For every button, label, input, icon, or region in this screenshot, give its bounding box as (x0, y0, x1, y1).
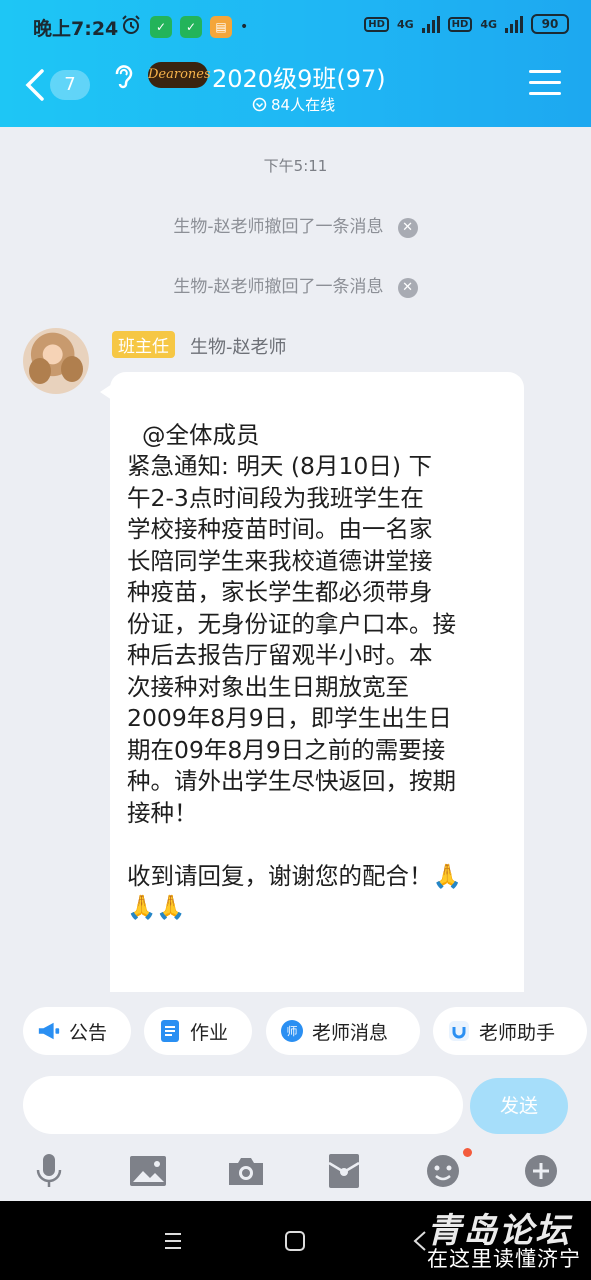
network-type: 4G (480, 17, 497, 31)
recall-notice: 生物-赵老师撤回了一条消息 ✕ (0, 272, 591, 298)
close-icon[interactable]: ✕ (397, 278, 418, 298)
chevron-left-icon (25, 69, 44, 101)
composer: 发送 (0, 1068, 591, 1144)
bear-decoration (29, 358, 51, 384)
message-input[interactable] (23, 1076, 463, 1134)
battery-icon: 90 (531, 14, 569, 34)
online-status[interactable]: 84人在线 (252, 94, 335, 115)
more-dot-icon: • (240, 19, 249, 35)
chevron-down-circle-icon (252, 97, 267, 112)
teacher-message-icon: 师 (280, 1019, 304, 1043)
chat-timestamp: 下午5:11 (263, 157, 328, 175)
network-type: 4G (396, 17, 414, 31)
unread-count-badge[interactable]: 7 (50, 70, 90, 100)
back-button[interactable] (22, 68, 52, 102)
sender-name[interactable]: 生物-赵老师 (190, 333, 287, 359)
shield-icon: ✓ (150, 16, 172, 38)
role-badge: 班主任 (112, 331, 175, 358)
announcement-button[interactable]: 公告 (23, 1007, 131, 1055)
input-toolbar (0, 1145, 591, 1201)
homework-label: 作业 (190, 1021, 229, 1044)
status-bar: 晚上7:24 ✓ ✓ ▤ • HD 4G HD 4G 90 (0, 0, 591, 56)
image-icon[interactable] (126, 1149, 170, 1193)
ear-icon[interactable] (112, 63, 134, 95)
message-text: @全体成员 紧急通知: 明天 (8月10日) 下 午2-3点时间段为我班学生在 … (127, 420, 462, 922)
status-notification-icons: ✓ ✓ ▤ • (120, 14, 248, 40)
teacher-message-label: 老师消息 (312, 1021, 389, 1044)
emoji-icon[interactable] (421, 1149, 465, 1193)
battery-level: 90 (541, 17, 559, 31)
status-time: 晚上7:24 (33, 18, 119, 40)
menu-button[interactable] (529, 70, 561, 98)
red-packet-icon[interactable] (322, 1149, 366, 1193)
hd-icon: HD (447, 16, 473, 32)
recall-notice-text: 生物-赵老师撤回了一条消息 (173, 217, 384, 237)
online-count: 84人在线 (271, 96, 336, 114)
group-logo: Dearones (148, 62, 211, 88)
notes-app-icon: ▤ (210, 16, 232, 38)
teacher-assistant-label: 老师助手 (479, 1021, 556, 1044)
assistant-icon (447, 1019, 471, 1043)
home-icon[interactable] (275, 1221, 315, 1261)
hd-icon: HD (364, 16, 389, 32)
chat-header: 晚上7:24 ✓ ✓ ▤ • HD 4G HD 4G 90 7 Dearones… (0, 0, 591, 127)
close-icon[interactable]: ✕ (397, 218, 418, 238)
teacher-message-button[interactable]: 师 老师消息 (266, 1007, 420, 1055)
send-button[interactable]: 发送 (470, 1078, 568, 1134)
recent-apps-icon[interactable] (153, 1221, 193, 1261)
group-title[interactable]: 2020级9班(97) (212, 59, 386, 94)
chat-bottom-edge (0, 992, 591, 1002)
camera-icon[interactable] (224, 1149, 268, 1193)
signal-icon (505, 15, 523, 33)
teacher-assistant-button[interactable]: 老师助手 (433, 1007, 587, 1055)
watermark-slogan: 在这里读懂济宁 (427, 1247, 581, 1271)
svg-text:师: 师 (287, 1025, 298, 1038)
microphone-icon[interactable] (27, 1149, 71, 1193)
new-indicator-dot (463, 1148, 472, 1157)
recall-notice-text: 生物-赵老师撤回了一条消息 (173, 277, 384, 297)
status-system-icons: HD 4G HD 4G 90 (364, 14, 569, 34)
announcement-label: 公告 (69, 1021, 108, 1044)
document-icon (158, 1019, 182, 1043)
bear-decoration (61, 356, 83, 382)
sender-avatar[interactable] (23, 328, 89, 394)
forum-watermark: 青岛论坛 在这里读懂济宁 (385, 1203, 585, 1279)
recall-notice: 生物-赵老师撤回了一条消息 ✕ (0, 212, 591, 238)
megaphone-icon (37, 1019, 61, 1043)
signal-icon (421, 15, 440, 33)
alarm-icon (120, 14, 142, 40)
message-bubble[interactable]: @全体成员 紧急通知: 明天 (8月10日) 下 午2-3点时间段为我班学生在 … (110, 372, 524, 998)
shield-icon: ✓ (180, 16, 202, 38)
homework-button[interactable]: 作业 (144, 1007, 252, 1055)
plus-icon[interactable] (519, 1149, 563, 1193)
